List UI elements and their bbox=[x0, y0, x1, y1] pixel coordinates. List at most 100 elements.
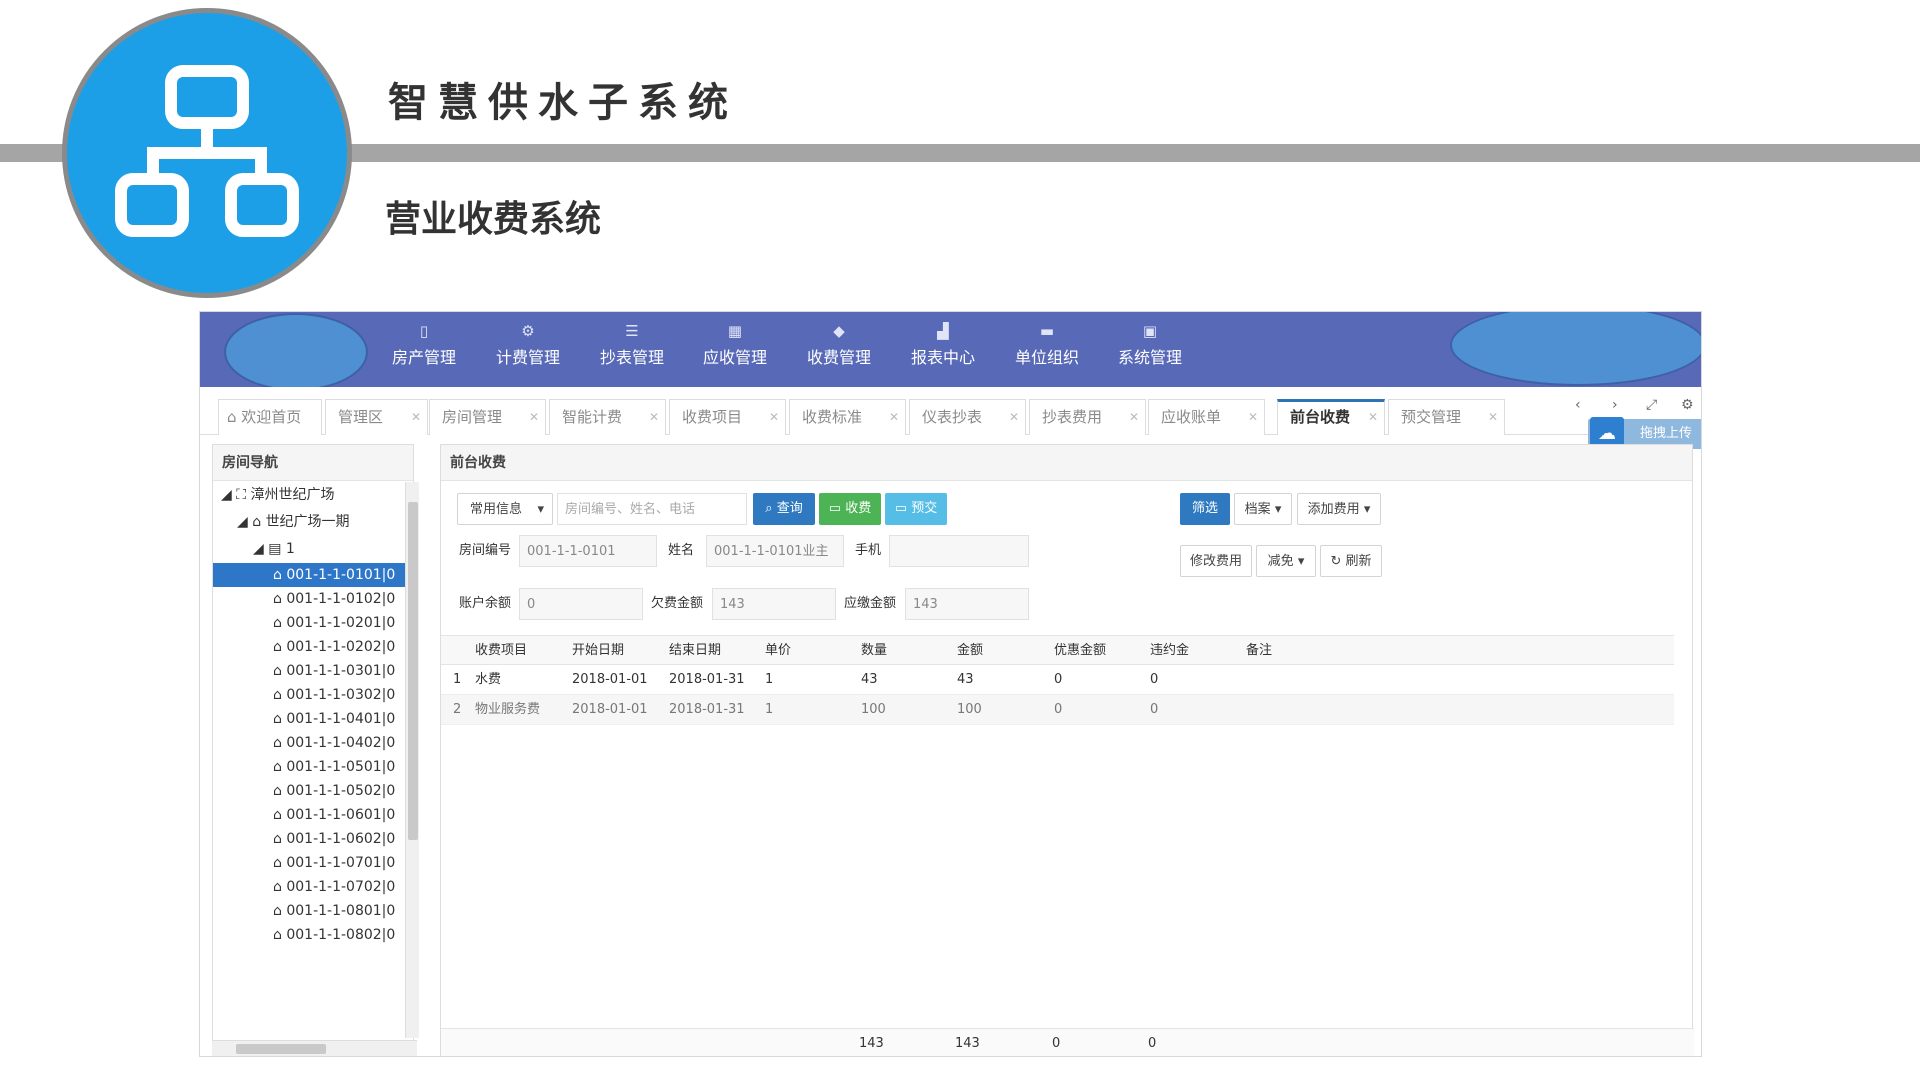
col-price[interactable]: 单价 bbox=[765, 636, 791, 666]
tree-item-room[interactable]: ⌂ 001-1-1-0301|0 bbox=[213, 659, 413, 683]
gear-icon[interactable]: ⚙ bbox=[1681, 397, 1694, 413]
col-amount[interactable]: 金额 bbox=[957, 636, 983, 666]
modify-fee-button[interactable]: 修改费用 bbox=[1180, 545, 1252, 577]
fullscreen-icon[interactable]: ⤢ bbox=[1646, 397, 1657, 413]
col-qty[interactable]: 数量 bbox=[861, 636, 887, 666]
tab-area[interactable]: 管理区 ✕ bbox=[325, 399, 428, 435]
tab-home[interactable]: ⌂ 欢迎首页 bbox=[218, 399, 322, 435]
tree-item-room[interactable]: ⌂ 001-1-1-0601|0 bbox=[213, 803, 413, 827]
tab-front-desk[interactable]: 前台收费 ✕ bbox=[1277, 399, 1385, 435]
phone-label: 手机 bbox=[855, 543, 882, 558]
charge-button[interactable]: ▭ 收费 bbox=[819, 493, 881, 525]
table-row[interactable]: 1 水费 2018-01-01 2018-01-31 1 43 43 0 0 bbox=[441, 665, 1674, 695]
add-fee-dropdown[interactable]: 添加费用 ▾ bbox=[1297, 493, 1381, 525]
tree-label: 漳州世纪广场 bbox=[250, 487, 335, 503]
nav-item-charge[interactable]: ◆ 收费管理 bbox=[794, 322, 884, 368]
close-icon[interactable]: ✕ bbox=[1488, 400, 1498, 434]
archive-dropdown[interactable]: 档案 ▾ bbox=[1234, 493, 1292, 525]
network-icon bbox=[115, 65, 299, 237]
tab-prepay[interactable]: 预交管理 ✕ bbox=[1388, 399, 1505, 435]
tree-item-room[interactable]: ⌂ 001-1-1-0802|0 bbox=[213, 923, 413, 947]
query-button[interactable]: ⌕ 查询 bbox=[753, 493, 815, 525]
col-end[interactable]: 结束日期 bbox=[669, 636, 721, 666]
col-item[interactable]: 收费项目 bbox=[475, 636, 527, 666]
reduce-dropdown[interactable]: 减免 ▾ bbox=[1256, 545, 1316, 577]
tree-item-room[interactable]: ⌂ 001-1-1-0402|0 bbox=[213, 731, 413, 755]
close-icon[interactable]: ✕ bbox=[649, 400, 659, 434]
tab-meter-reading[interactable]: 仪表抄表 ✕ bbox=[909, 399, 1026, 435]
tree-item-room[interactable]: ⌂ 001-1-1-0202|0 bbox=[213, 635, 413, 659]
tab-meter-fees[interactable]: 抄表费用 ✕ bbox=[1029, 399, 1146, 435]
close-icon[interactable]: ✕ bbox=[1368, 402, 1378, 432]
tab-charge-standard[interactable]: 收费标准 ✕ bbox=[789, 399, 906, 435]
col-remark[interactable]: 备注 bbox=[1246, 636, 1272, 666]
nav-item-receivable[interactable]: ▦ 应收管理 bbox=[690, 322, 780, 368]
tab-label: 智能计费 bbox=[562, 408, 623, 426]
nav-label: 房产管理 bbox=[391, 348, 456, 367]
home-icon: ⌂ bbox=[273, 591, 287, 607]
user-area-placeholder bbox=[1450, 312, 1701, 386]
cell-end: 2018-01-31 bbox=[669, 702, 745, 717]
close-icon[interactable]: ✕ bbox=[411, 400, 421, 434]
tree-label: 001-1-1-0102|0 bbox=[286, 591, 396, 607]
nav-item-org[interactable]: ▬ 单位组织 bbox=[1002, 322, 1092, 368]
prepay-button[interactable]: ▭ 预交 bbox=[885, 493, 947, 525]
tree-scrollbar[interactable] bbox=[405, 482, 419, 1038]
phone-field[interactable] bbox=[889, 535, 1029, 567]
chevron-left-icon[interactable]: ‹ bbox=[1575, 397, 1581, 413]
refresh-button[interactable]: ↻ 刷新 bbox=[1320, 545, 1382, 577]
tree-item-room[interactable]: ⌂ 001-1-1-0101|0 bbox=[213, 563, 413, 587]
filter-button[interactable]: 筛选 bbox=[1180, 493, 1230, 525]
tree-h-scrollbar[interactable] bbox=[212, 1040, 417, 1056]
tree-node-building[interactable]: ◢ ▤ 1 bbox=[213, 536, 295, 563]
nav-item-reports[interactable]: ▟ 报表中心 bbox=[898, 322, 988, 368]
cell-end: 2018-01-31 bbox=[669, 672, 745, 687]
tab-charge-items[interactable]: 收费项目 ✕ bbox=[669, 399, 786, 435]
button-label: 减免 bbox=[1267, 554, 1294, 569]
scroll-thumb[interactable] bbox=[236, 1044, 326, 1054]
tree-item-room[interactable]: ⌂ 001-1-1-0201|0 bbox=[213, 611, 413, 635]
scroll-thumb[interactable] bbox=[408, 502, 418, 840]
cell-qty: 43 bbox=[861, 672, 878, 687]
cell-penalty: 0 bbox=[1150, 702, 1159, 717]
nav-label: 单位组织 bbox=[1014, 348, 1079, 367]
tab-smart-billing[interactable]: 智能计费 ✕ bbox=[549, 399, 666, 435]
col-start[interactable]: 开始日期 bbox=[572, 636, 624, 666]
col-penalty[interactable]: 违约金 bbox=[1150, 636, 1189, 666]
tree-item-room[interactable]: ⌂ 001-1-1-0602|0 bbox=[213, 827, 413, 851]
table-row[interactable]: 2 物业服务费 2018-01-01 2018-01-31 1 100 100 … bbox=[441, 695, 1674, 725]
chevron-right-icon[interactable]: › bbox=[1612, 397, 1618, 413]
tree-item-room[interactable]: ⌂ 001-1-1-0501|0 bbox=[213, 755, 413, 779]
col-discount[interactable]: 优惠金额 bbox=[1054, 636, 1106, 666]
close-icon[interactable]: ✕ bbox=[889, 400, 899, 434]
tree-item-room[interactable]: ⌂ 001-1-1-0701|0 bbox=[213, 851, 413, 875]
cell-price: 1 bbox=[765, 702, 774, 717]
nav-item-property[interactable]: ▯ 房产管理 bbox=[379, 322, 469, 368]
close-icon[interactable]: ✕ bbox=[1009, 400, 1019, 434]
tab-bills[interactable]: 应收账单 ✕ bbox=[1148, 399, 1265, 435]
common-info-dropdown[interactable]: 常用信息 ▾ bbox=[457, 493, 553, 525]
tab-rooms[interactable]: 房间管理 ✕ bbox=[429, 399, 546, 435]
tree-item-room[interactable]: ⌂ 001-1-1-0801|0 bbox=[213, 899, 413, 923]
tree-node-phase[interactable]: ◢ ⌂ 世纪广场一期 bbox=[213, 509, 350, 536]
name-field[interactable]: 001-1-1-0101业主 bbox=[706, 535, 844, 567]
nav-item-meter[interactable]: ☰ 抄表管理 bbox=[587, 322, 677, 368]
tree-node-root[interactable]: ◢ ⛶ 漳州世纪广场 bbox=[213, 482, 334, 509]
search-input[interactable]: 房间编号、姓名、电话 bbox=[557, 493, 747, 525]
room-no-field[interactable]: 001-1-1-0101 bbox=[519, 535, 657, 567]
tree-item-room[interactable]: ⌂ 001-1-1-0302|0 bbox=[213, 683, 413, 707]
tree-item-room[interactable]: ⌂ 001-1-1-0401|0 bbox=[213, 707, 413, 731]
close-icon[interactable]: ✕ bbox=[529, 400, 539, 434]
close-icon[interactable]: ✕ bbox=[1129, 400, 1139, 434]
nav-item-system[interactable]: ▣ 系统管理 bbox=[1105, 322, 1195, 368]
tree-item-room[interactable]: ⌂ 001-1-1-0702|0 bbox=[213, 875, 413, 899]
name-label: 姓名 bbox=[668, 543, 695, 558]
tree-item-room[interactable]: ⌂ 001-1-1-0102|0 bbox=[213, 587, 413, 611]
tree-item-room[interactable]: ⌂ 001-1-1-0502|0 bbox=[213, 779, 413, 803]
close-icon[interactable]: ✕ bbox=[1248, 400, 1258, 434]
sitemap-icon: ⛶ bbox=[236, 487, 251, 503]
close-icon[interactable]: ✕ bbox=[769, 400, 779, 434]
app-screenshot: ▯ 房产管理 ⚙ 计费管理 ☰ 抄表管理 ▦ 应收管理 ◆ 收费管理 ▟ 报表中心 ▬ 单位组… bbox=[199, 311, 1702, 1057]
nav-item-billing[interactable]: ⚙ 计费管理 bbox=[483, 322, 573, 368]
org-icon: ▬ bbox=[1039, 322, 1055, 340]
